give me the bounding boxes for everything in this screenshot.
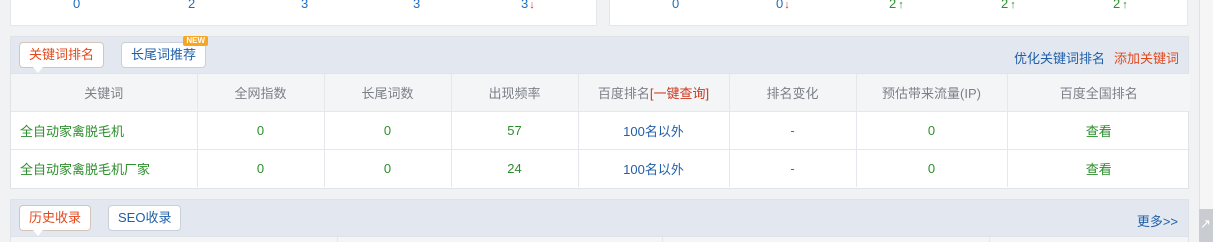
keyword-cell[interactable]: 全自动家禽脱毛机 [11,111,198,150]
col-keyword: 关键词 [11,74,198,112]
col-network-index: 全网指数 [197,74,325,112]
frequency-cell: 57 [451,111,579,150]
stat-value: 3↓ [521,0,535,11]
network-index-cell: 0 [197,149,325,187]
page-scrollbar[interactable]: ↗ [1199,0,1213,242]
arrow-up-icon: ↑ [1010,0,1016,11]
view-national-rank-link[interactable]: 查看 [1007,111,1190,150]
tab-label: 长尾词推荐 [131,47,197,62]
add-keyword-link[interactable]: 添加关键词 [1114,48,1179,67]
col-est-traffic: 预估带来流量(IP) [856,74,1008,112]
keyword-cell[interactable]: 全自动家禽脱毛机厂家 [11,149,198,187]
table-row: 全自动家禽脱毛机厂家 0 0 24 100名以外 - 0 查看 [11,149,1190,187]
arrow-down-icon: ↓ [529,0,535,11]
up-arrow-icon: ↗ [1200,216,1211,231]
stat-value: 0 [73,0,81,11]
keyword-ranking-panel: 关键词排名 长尾词推荐 NEW 优化关键词排名 添加关键词 关键词 全网指数 长… [10,36,1190,189]
stat-value: 2 ↑ [1001,0,1016,11]
new-badge: NEW [183,36,209,46]
col-longtail-count: 长尾词数 [324,74,452,112]
history-table-header [11,237,1188,242]
arrow-up-icon: ↑ [1122,0,1128,11]
stat-value: 3 [301,0,309,11]
baidu-rank-cell: 100名以外 [578,111,730,150]
arrow-up-icon: ↑ [898,0,904,11]
more-link[interactable]: 更多>> [1137,211,1178,230]
table-row: 全自动家禽脱毛机 0 0 57 100名以外 - 0 查看 [11,111,1190,150]
tab-keyword-ranking[interactable]: 关键词排名 [19,42,105,73]
arrow-down-icon: ↓ [784,0,790,11]
longtail-count-cell: 0 [324,149,452,187]
stat-value: 0↓ [776,0,790,11]
one-click-query-link[interactable]: [一键查询] [650,86,709,101]
keyword-table: 关键词 全网指数 长尾词数 出现频率 百度排名[一键查询] 排名变化 预估带来流… [11,74,1190,187]
history-index-panel: 历史收录 SEO收录 更多>> [10,199,1189,242]
column-divider [662,237,663,242]
panel-header: 历史收录 SEO收录 更多>> [11,200,1188,237]
col-rank-change: 排名变化 [729,74,857,112]
optimize-keyword-ranking-link[interactable]: 优化关键词排名 [1014,48,1105,67]
stat-value: 0 [672,0,680,11]
panel-header: 关键词排名 长尾词推荐 NEW 优化关键词排名 添加关键词 [11,36,1188,74]
col-frequency: 出现频率 [451,74,579,112]
col-baidu-national: 百度全国排名 [1007,74,1190,112]
tab-longtail-recommend[interactable]: 长尾词推荐 NEW [121,36,209,68]
column-divider [989,237,990,242]
frequency-cell: 24 [451,149,579,187]
baidu-rank-cell: 100名以外 [578,149,730,187]
stat-value: 2 ↑ [889,0,904,11]
stat-value: 2 ↑ [1113,0,1128,11]
est-traffic-cell: 0 [856,111,1008,150]
longtail-count-cell: 0 [324,111,452,150]
est-traffic-cell: 0 [856,149,1008,187]
table-header-row: 关键词 全网指数 长尾词数 出现频率 百度排名[一键查询] 排名变化 预估带来流… [11,74,1190,112]
rank-change-cell: - [729,111,857,150]
rank-change-cell: - [729,149,857,187]
view-national-rank-link[interactable]: 查看 [1007,149,1190,187]
col-baidu-rank: 百度排名[一键查询] [578,74,730,112]
tab-history-index[interactable]: 历史收录 [19,205,92,236]
overview-stats-left: 0 2 3 3 3↓ [10,0,597,26]
back-to-top-button[interactable]: ↗ [1199,209,1213,242]
network-index-cell: 0 [197,111,325,150]
overview-stats-right: 0 0↓ 2 ↑ 2 ↑ 2 ↑ [609,0,1188,26]
column-divider [337,237,338,242]
stat-value: 3 [413,0,421,11]
col-baidu-rank-label: 百度排名 [597,85,650,101]
stat-value: 2 [188,0,196,11]
tab-seo-index[interactable]: SEO收录 [108,205,182,231]
